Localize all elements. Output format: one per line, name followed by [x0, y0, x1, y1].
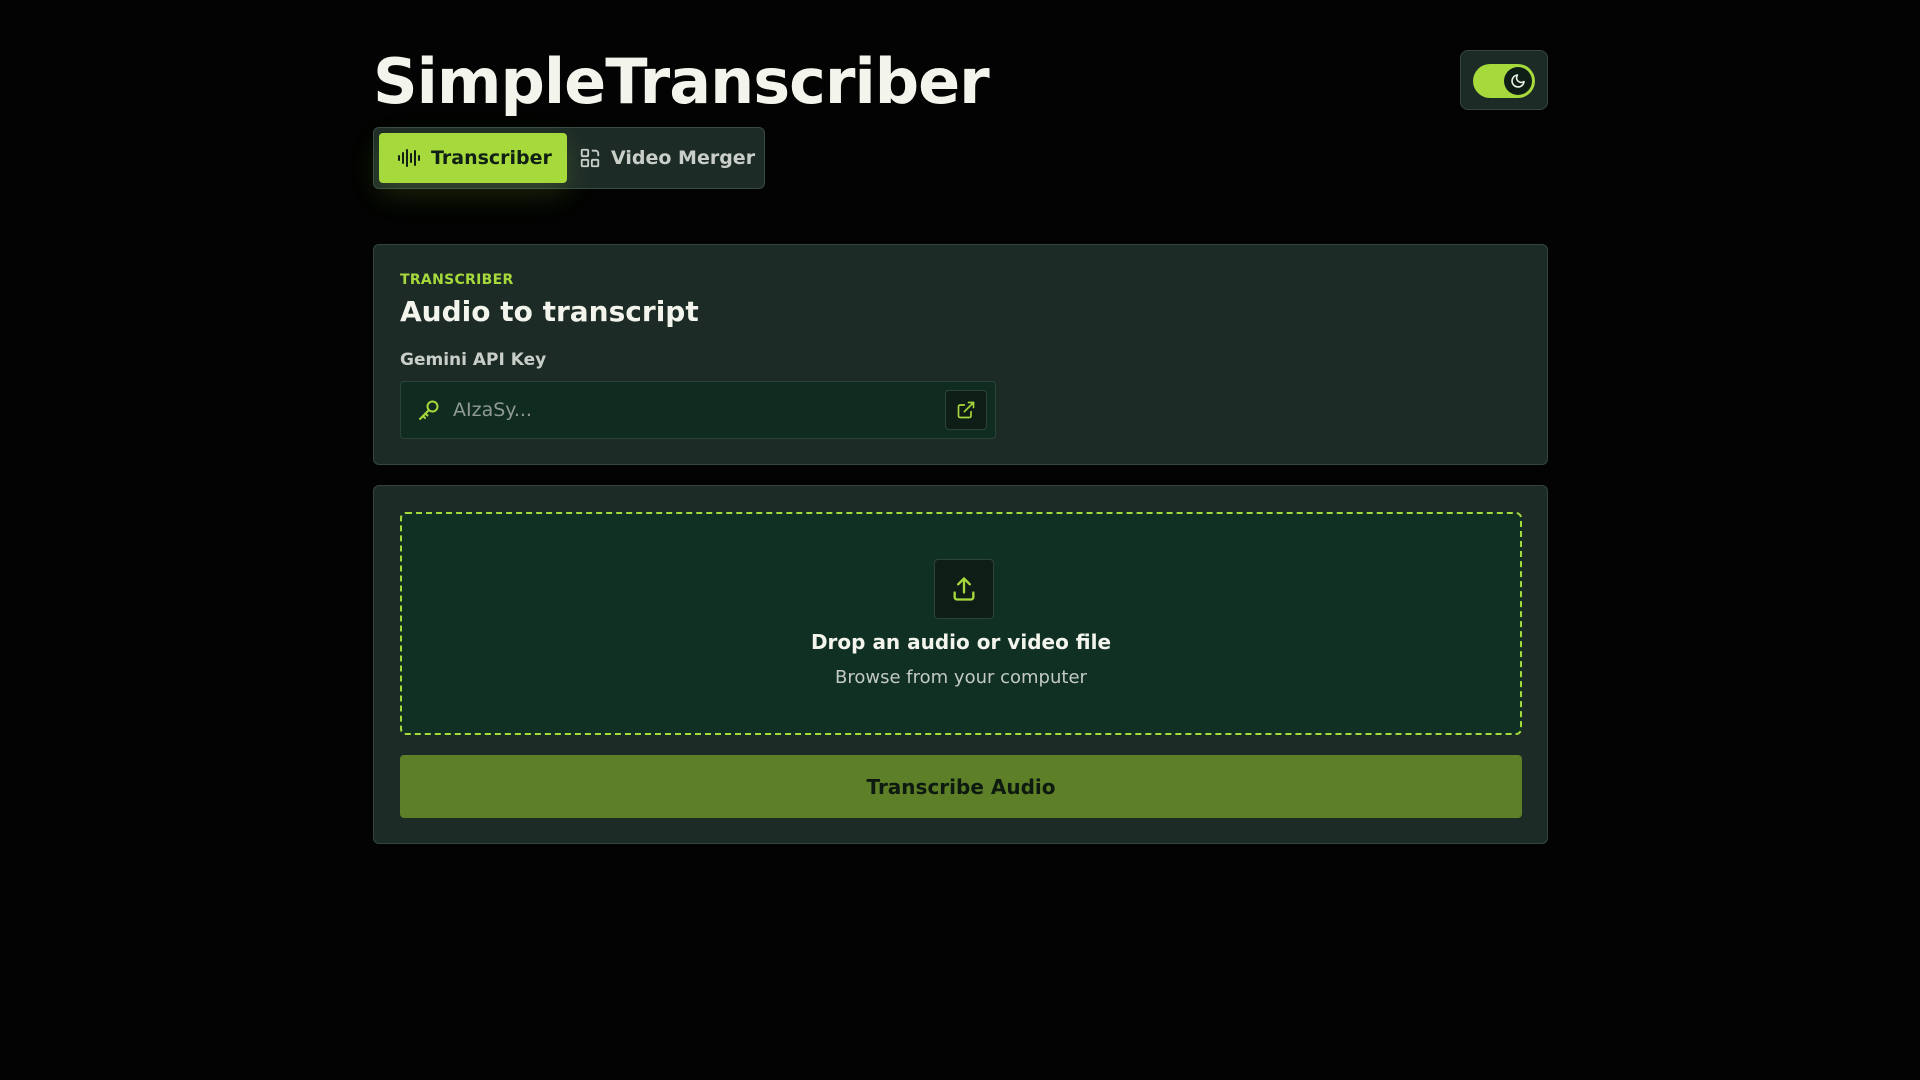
transcribe-audio-button[interactable]: Transcribe Audio: [400, 755, 1522, 818]
tab-transcriber[interactable]: Transcriber: [379, 133, 567, 183]
tab-bar: Transcriber Video Merger: [373, 127, 765, 189]
merge-icon: [580, 148, 600, 168]
tab-video-merger[interactable]: Video Merger: [567, 133, 773, 183]
api-key-label: Gemini API Key: [400, 350, 547, 370]
api-key-field: [400, 381, 996, 439]
toggle-knob: [1504, 67, 1532, 95]
theme-toggle-container: [1460, 50, 1548, 110]
moon-icon: [1511, 74, 1525, 88]
api-key-input[interactable]: [453, 382, 933, 438]
external-link-icon: [957, 401, 975, 419]
dropzone-title: Drop an audio or video file: [810, 630, 1112, 654]
tab-transcriber-label: Transcriber: [431, 147, 552, 169]
tab-video-merger-label: Video Merger: [611, 147, 756, 169]
file-dropzone[interactable]: Drop an audio or video file Browse from …: [400, 512, 1522, 735]
section-eyebrow: TRANSCRIBER: [400, 272, 514, 288]
card-title: Audio to transcript: [400, 295, 699, 328]
dropzone-subtitle: Browse from your computer: [835, 667, 1087, 688]
waveform-icon: [398, 149, 420, 167]
upload-icon-box: [934, 559, 994, 619]
app-title: SimpleTranscriber: [373, 45, 990, 118]
settings-card: TRANSCRIBER Audio to transcript Gemini A…: [373, 244, 1548, 465]
theme-toggle[interactable]: [1473, 64, 1535, 98]
get-api-key-link-button[interactable]: [945, 390, 987, 430]
upload-icon: [953, 577, 975, 601]
key-icon: [419, 400, 439, 420]
upload-card: Drop an audio or video file Browse from …: [373, 485, 1548, 844]
